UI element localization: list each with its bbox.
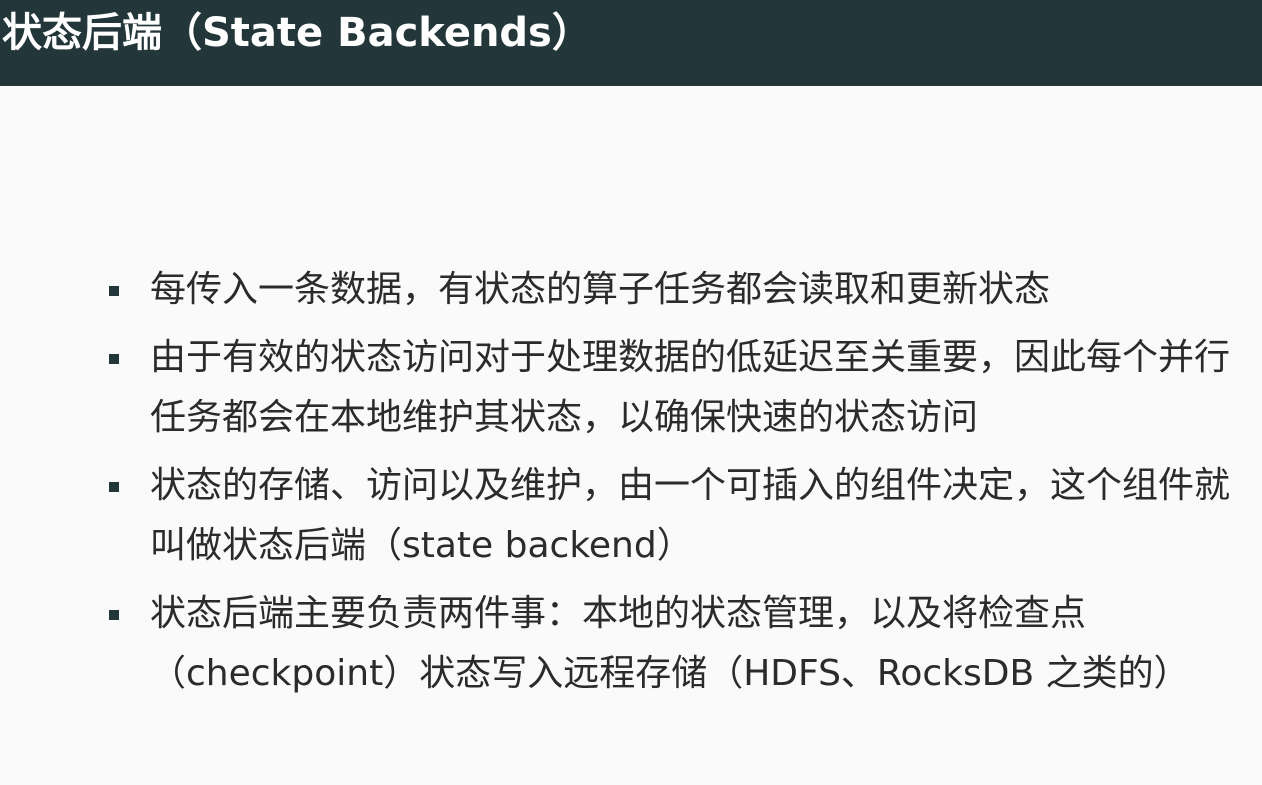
bullet-item: 状态后端主要负责两件事：本地的状态管理，以及将检查点（checkpoint）状态… — [0, 584, 1262, 704]
square-bullet-icon — [109, 286, 119, 296]
square-bullet-icon — [109, 482, 119, 492]
bullet-list: 每传入一条数据，有状态的算子任务都会读取和更新状态 由于有效的状态访问对于处理数… — [0, 260, 1262, 704]
bullet-text: 状态的存储、访问以及维护，由一个可插入的组件决定，这个组件就叫做状态后端（sta… — [150, 465, 1231, 566]
slide-title: 状态后端（State Backends） — [2, 10, 592, 56]
bullet-text: 状态后端主要负责两件事：本地的状态管理，以及将检查点（checkpoint）状态… — [150, 593, 1190, 694]
bullet-item: 由于有效的状态访问对于处理数据的低延迟至关重要，因此每个并行任务都会在本地维护其… — [0, 328, 1262, 448]
bullet-text: 每传入一条数据，有状态的算子任务都会读取和更新状态 — [150, 269, 1051, 310]
square-bullet-icon — [109, 610, 119, 620]
title-bar: 状态后端（State Backends） — [0, 0, 1262, 86]
bullet-text: 由于有效的状态访问对于处理数据的低延迟至关重要，因此每个并行任务都会在本地维护其… — [150, 337, 1231, 438]
slide-content: 每传入一条数据，有状态的算子任务都会读取和更新状态 由于有效的状态访问对于处理数… — [0, 260, 1262, 712]
bullet-item: 状态的存储、访问以及维护，由一个可插入的组件决定，这个组件就叫做状态后端（sta… — [0, 456, 1262, 576]
bullet-item: 每传入一条数据，有状态的算子任务都会读取和更新状态 — [0, 260, 1262, 320]
square-bullet-icon — [109, 354, 119, 364]
